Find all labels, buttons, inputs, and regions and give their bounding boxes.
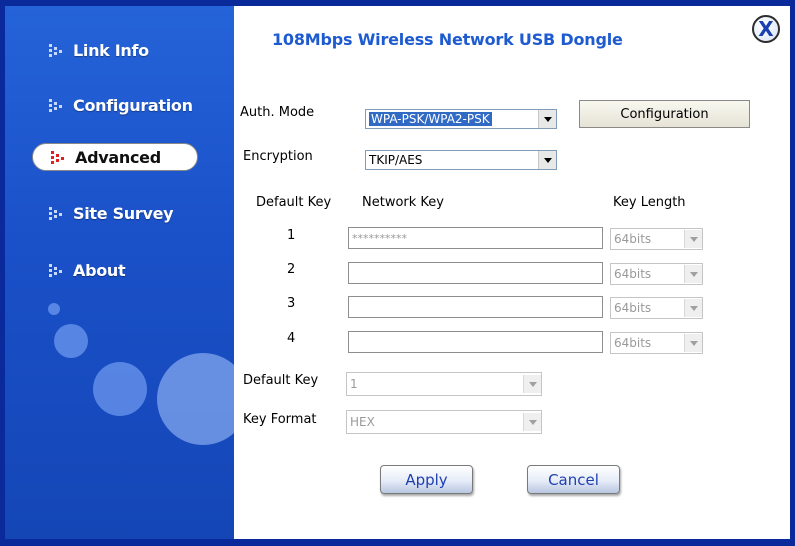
network-key-input-4[interactable] bbox=[348, 331, 603, 353]
bars-icon bbox=[49, 97, 63, 113]
bars-icon bbox=[49, 42, 63, 58]
sidebar: Link Info Configuration Advanced Site Su… bbox=[5, 6, 234, 539]
auth-mode-select[interactable]: WPA-PSK/WPA2-PSK bbox=[365, 109, 557, 129]
window-title: 108Mbps Wireless Network USB Dongle bbox=[272, 30, 623, 49]
network-key-input-2[interactable] bbox=[348, 262, 603, 284]
default-key-label: Default Key bbox=[243, 373, 319, 388]
chevron-down-icon bbox=[684, 265, 702, 283]
chevron-down-icon bbox=[523, 413, 541, 431]
close-icon: X bbox=[758, 17, 774, 41]
auth-mode-label: Auth. Mode bbox=[240, 105, 315, 120]
network-key-input-3[interactable] bbox=[348, 296, 603, 318]
sidebar-item-label: Site Survey bbox=[73, 203, 174, 223]
sidebar-item-label: About bbox=[73, 260, 126, 280]
apply-button[interactable]: Apply bbox=[380, 465, 473, 494]
default-key-header: Default Key bbox=[256, 195, 332, 210]
close-button[interactable]: X bbox=[752, 15, 780, 43]
configuration-button[interactable]: Configuration bbox=[579, 100, 750, 128]
key-length-value: 64bits bbox=[614, 232, 652, 246]
chevron-down-icon bbox=[684, 334, 702, 352]
bars-icon bbox=[49, 262, 63, 278]
chevron-down-icon bbox=[523, 375, 541, 393]
default-key-value: 1 bbox=[350, 377, 358, 391]
bars-icon bbox=[49, 205, 63, 221]
key-length-select-4[interactable]: 64bits bbox=[610, 332, 703, 354]
auth-mode-value: WPA-PSK/WPA2-PSK bbox=[369, 112, 492, 126]
chevron-down-icon bbox=[684, 299, 702, 317]
main-panel: 108Mbps Wireless Network USB Dongle X Au… bbox=[234, 6, 790, 539]
sidebar-item-site-survey[interactable]: Site Survey bbox=[5, 196, 234, 230]
key-index: 1 bbox=[287, 228, 296, 243]
encryption-label: Encryption bbox=[243, 149, 313, 164]
key-format-select[interactable]: HEX bbox=[346, 410, 542, 434]
network-key-input-1[interactable]: ********** bbox=[348, 227, 603, 249]
network-key-header: Network Key bbox=[362, 195, 444, 210]
key-index: 4 bbox=[287, 331, 296, 346]
encryption-select[interactable]: TKIP/AES bbox=[365, 150, 557, 170]
key-length-value: 64bits bbox=[614, 336, 652, 350]
sidebar-item-label: Link Info bbox=[73, 40, 149, 60]
key-length-select-2[interactable]: 64bits bbox=[610, 263, 703, 285]
default-key-select[interactable]: 1 bbox=[346, 372, 542, 396]
cancel-button[interactable]: Cancel bbox=[527, 465, 620, 494]
key-length-value: 64bits bbox=[614, 267, 652, 281]
encryption-value: TKIP/AES bbox=[369, 153, 423, 167]
decor-circle bbox=[93, 362, 147, 416]
key-index: 2 bbox=[287, 262, 296, 277]
chevron-down-icon bbox=[538, 110, 556, 128]
decor-circle bbox=[157, 353, 234, 445]
bars-icon bbox=[51, 149, 65, 165]
key-length-header: Key Length bbox=[613, 195, 686, 210]
sidebar-item-label: Advanced bbox=[75, 147, 161, 167]
chevron-down-icon bbox=[538, 151, 556, 169]
sidebar-item-label: Configuration bbox=[73, 95, 193, 115]
sidebar-item-link-info[interactable]: Link Info bbox=[5, 33, 234, 67]
key-format-value: HEX bbox=[350, 415, 375, 429]
key-length-select-3[interactable]: 64bits bbox=[610, 297, 703, 319]
sidebar-item-about[interactable]: About bbox=[5, 253, 234, 287]
key-length-value: 64bits bbox=[614, 301, 652, 315]
key-length-select-1[interactable]: 64bits bbox=[610, 228, 703, 250]
chevron-down-icon bbox=[684, 230, 702, 248]
decor-circle bbox=[48, 303, 60, 315]
decor-circle bbox=[54, 324, 88, 358]
sidebar-item-advanced[interactable]: Advanced bbox=[32, 143, 198, 171]
key-index: 3 bbox=[287, 296, 296, 311]
sidebar-item-configuration[interactable]: Configuration bbox=[5, 88, 234, 122]
key-format-label: Key Format bbox=[243, 412, 317, 427]
